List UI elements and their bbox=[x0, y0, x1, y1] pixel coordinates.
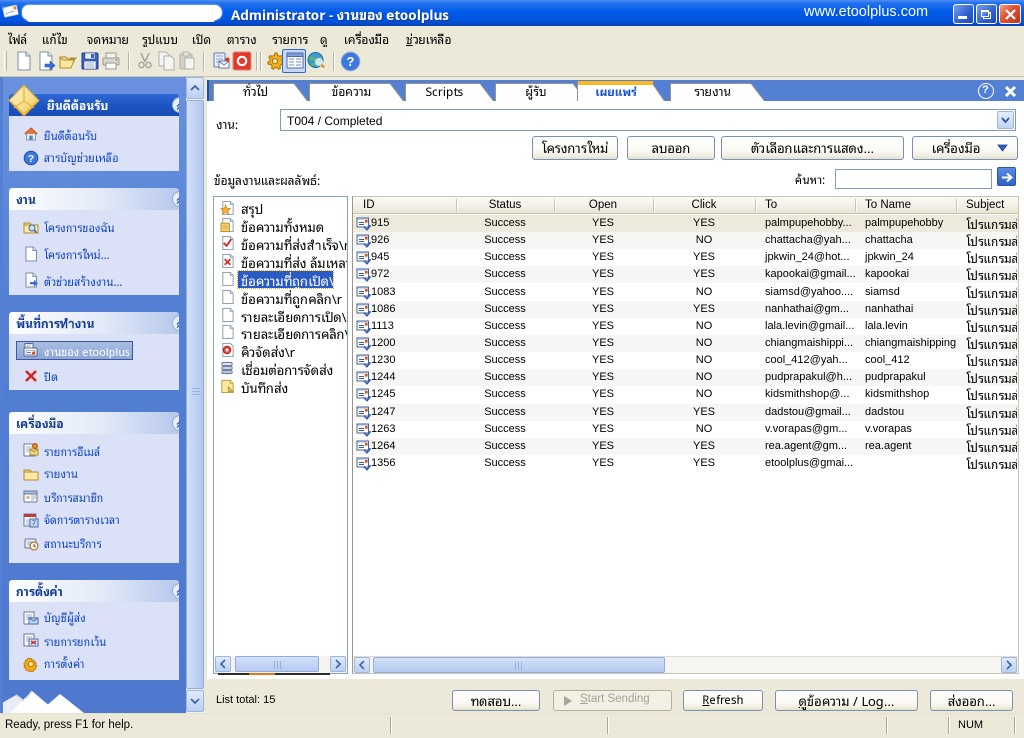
svg-text:ทั่วไป: ทั่วไป bbox=[243, 83, 268, 101]
svg-text:ข้อความ: ข้อความ bbox=[332, 83, 371, 101]
svg-text:?: ? bbox=[28, 153, 34, 165]
svg-text:?: ? bbox=[347, 54, 355, 69]
svg-text:ผู้รับ: ผู้รับ bbox=[525, 83, 546, 101]
svg-text:7: 7 bbox=[32, 521, 36, 528]
svg-text:Scripts: Scripts bbox=[426, 83, 464, 101]
svg-text:เผยแพร่: เผยแพร่ bbox=[595, 83, 637, 101]
svg-text:รายงาน: รายงาน bbox=[694, 83, 731, 101]
